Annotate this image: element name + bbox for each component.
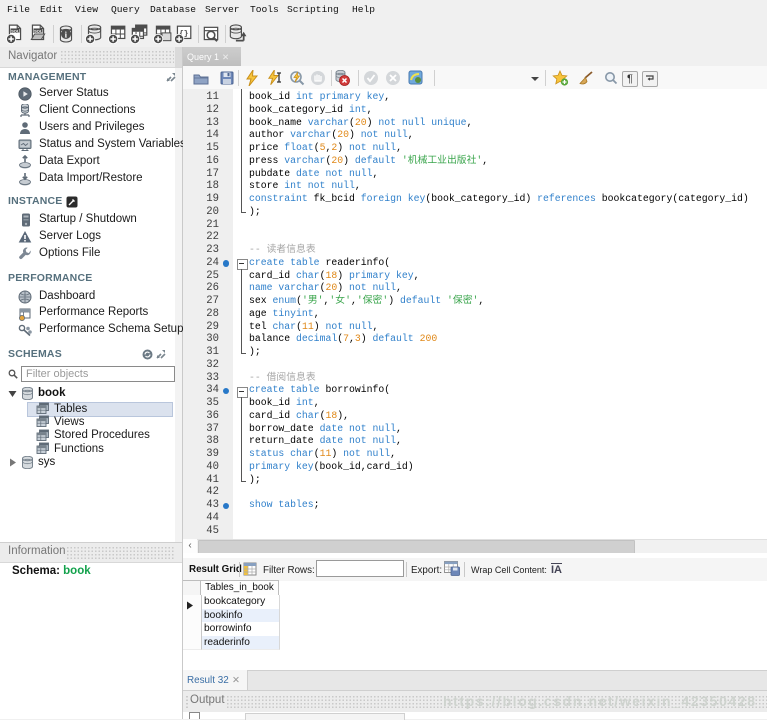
svg-text:SQL: SQL (34, 28, 43, 33)
svg-text:SQL: SQL (11, 28, 20, 33)
